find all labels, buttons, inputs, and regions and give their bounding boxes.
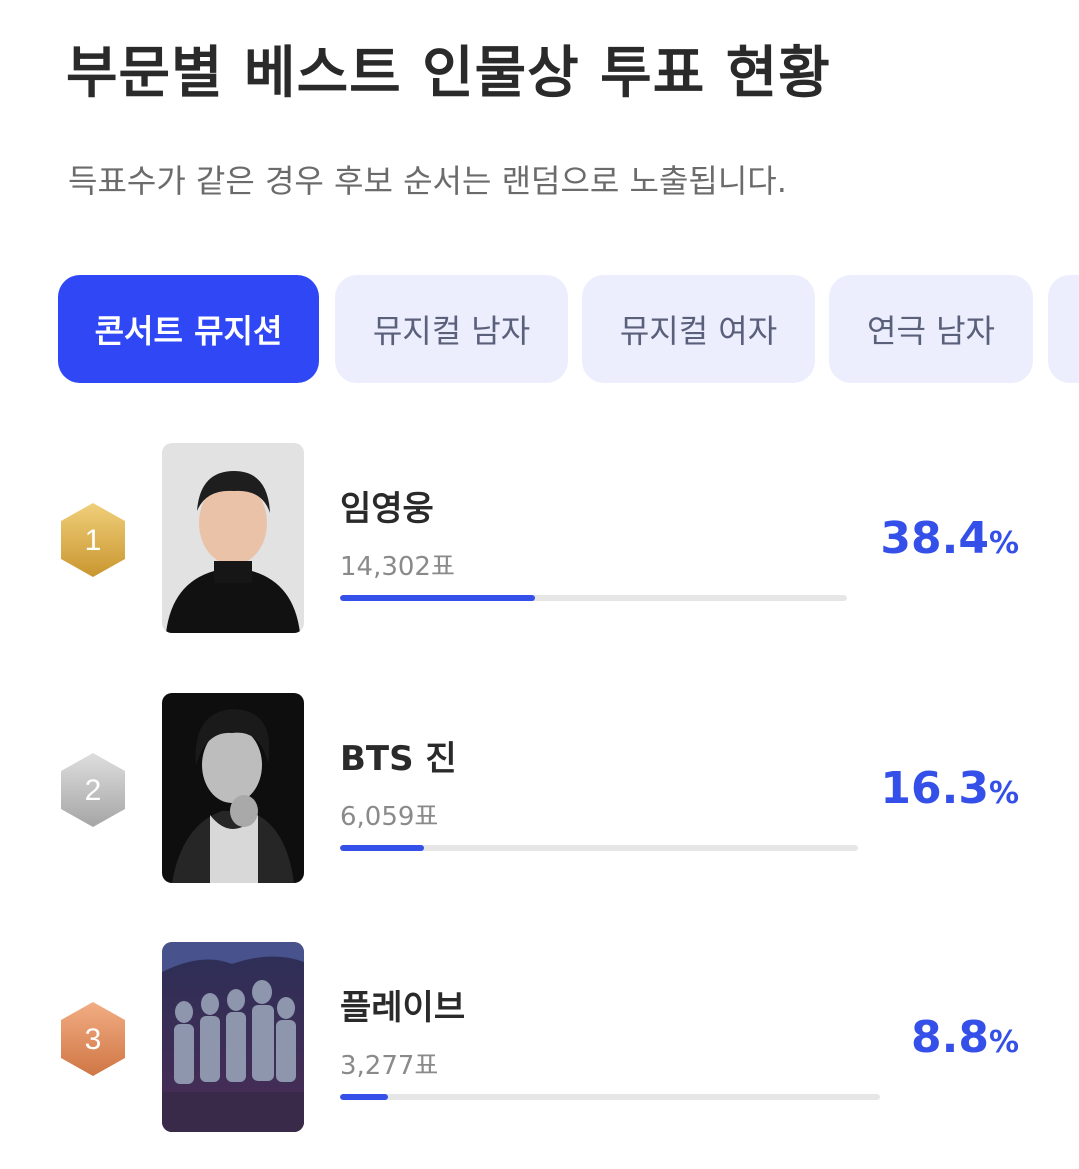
rank-number: 3 <box>85 1023 102 1056</box>
vote-progress-bar <box>340 595 847 601</box>
vote-count: 14,302표 <box>340 552 455 582</box>
ranking-row[interactable]: 2 BTS 진 6,059표 16.3% <box>0 693 1079 885</box>
gold-medal-icon: 1 <box>58 501 128 579</box>
percent-unit: % <box>988 1025 1019 1060</box>
vote-progress-fill <box>340 1094 388 1100</box>
vote-progress-bar <box>340 845 858 851</box>
vote-count: 3,277표 <box>340 1051 439 1081</box>
rank-number: 2 <box>85 774 102 807</box>
percent-unit: % <box>988 776 1019 811</box>
ranking-row[interactable]: 1 임영웅 14,302표 38.4% <box>0 443 1079 635</box>
candidate-name: 임영웅 <box>340 489 434 529</box>
vote-percentage: 8.8% <box>911 1012 1019 1063</box>
candidate-photo <box>162 693 304 883</box>
page-title: 부문별 베스트 인물상 투표 현황 <box>66 41 831 106</box>
silver-medal-icon: 2 <box>58 751 128 829</box>
vote-percentage: 16.3% <box>880 763 1019 814</box>
vote-count: 6,059표 <box>340 802 439 832</box>
tab-musical-male[interactable]: 뮤지컬 남자 <box>335 275 568 383</box>
tab-partial-next[interactable] <box>1048 275 1079 383</box>
percent-value: 16.3 <box>880 763 989 814</box>
percent-value: 8.8 <box>910 1012 989 1063</box>
tab-concert-musician[interactable]: 콘서트 뮤지션 <box>58 275 319 383</box>
tab-musical-female[interactable]: 뮤지컬 여자 <box>582 275 815 383</box>
ranking-row[interactable]: 3 플레이브 3,277표 8.8% <box>0 942 1079 1134</box>
vote-progress-fill <box>340 845 425 851</box>
candidate-name: BTS 진 <box>340 739 457 779</box>
vote-progress-bar <box>340 1094 880 1100</box>
tab-play-male[interactable]: 연극 남자 <box>829 275 1033 383</box>
vote-progress-fill <box>340 595 535 601</box>
percent-value: 38.4 <box>880 513 989 564</box>
candidate-photo <box>162 942 304 1132</box>
bronze-medal-icon: 3 <box>58 1000 128 1078</box>
page-subtitle: 득표수가 같은 경우 후보 순서는 랜덤으로 노출됩니다. <box>68 162 787 200</box>
category-tabs: 콘서트 뮤지션 뮤지컬 남자 뮤지컬 여자 연극 남자 <box>58 275 1079 385</box>
candidate-name: 플레이브 <box>340 988 466 1028</box>
percent-unit: % <box>988 526 1019 561</box>
candidate-photo <box>162 443 304 633</box>
vote-percentage: 38.4% <box>880 513 1019 564</box>
rank-number: 1 <box>85 524 102 557</box>
